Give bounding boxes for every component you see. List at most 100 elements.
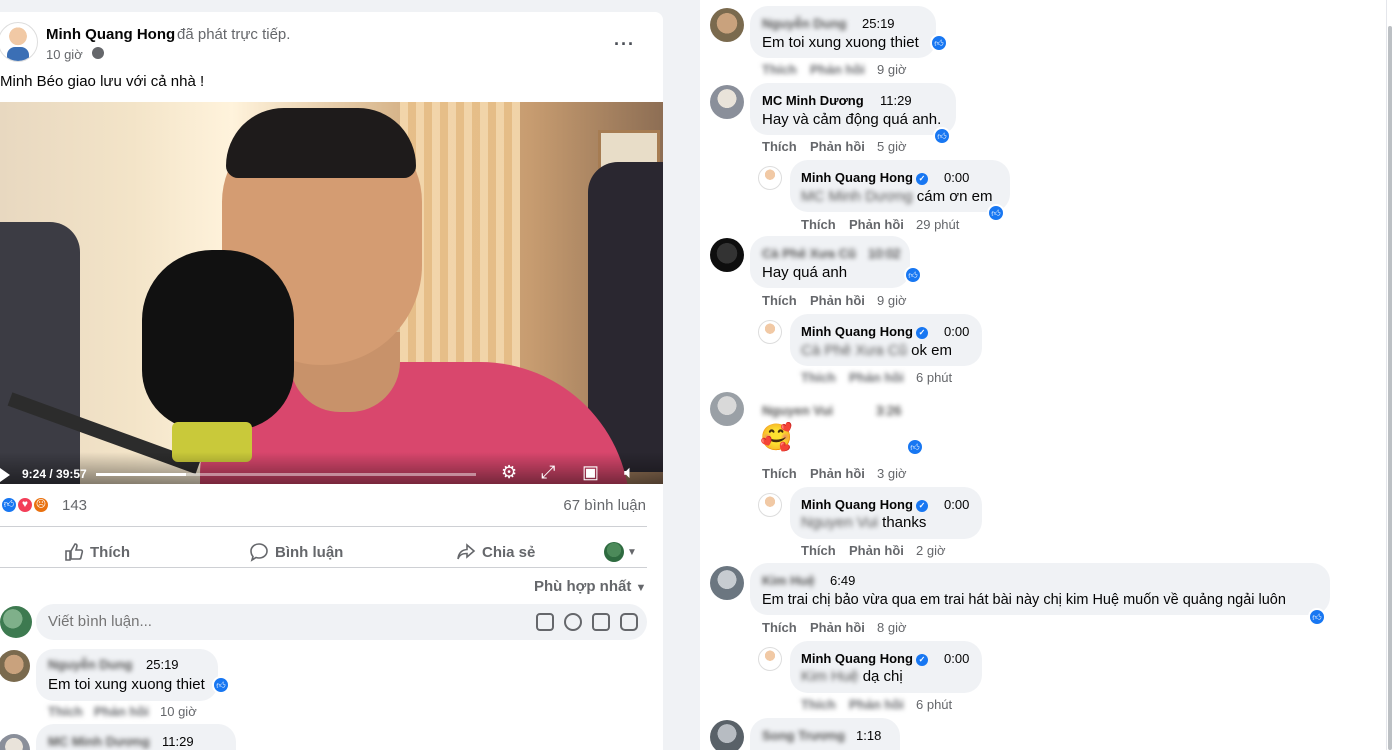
reply-reply-button[interactable]: Phản hồi bbox=[849, 370, 904, 385]
comment-timestamp[interactable]: 6:49 bbox=[830, 573, 855, 588]
comment-timestamp[interactable]: 25:19 bbox=[146, 657, 179, 672]
play-icon[interactable] bbox=[0, 468, 10, 482]
comment-reply-button[interactable]: Phản hồi bbox=[810, 293, 865, 308]
reply-author-name[interactable]: Minh Quang Hong ✓ bbox=[801, 497, 928, 512]
reply-timestamp[interactable]: 0:00 bbox=[944, 497, 969, 512]
share-button[interactable]: Chia sẻ bbox=[456, 542, 535, 562]
reply-age[interactable]: 6 phút bbox=[916, 370, 952, 385]
video-progress-bar[interactable] bbox=[96, 473, 476, 476]
reply-timestamp[interactable]: 0:00 bbox=[944, 324, 969, 339]
reply-author-avatar[interactable] bbox=[758, 647, 782, 671]
commenter-name[interactable]: Nguyễn Dung bbox=[762, 16, 847, 31]
post-time[interactable]: 10 giờ bbox=[46, 47, 83, 62]
comment-like-button[interactable]: Thích bbox=[762, 620, 797, 635]
picture-in-picture-icon[interactable]: ▣ bbox=[582, 462, 599, 482]
reply-age[interactable]: 29 phút bbox=[916, 217, 959, 232]
gif-sticker-icon[interactable] bbox=[620, 613, 638, 631]
comment-reply-button[interactable]: Phản hồi bbox=[810, 466, 865, 481]
comment-timestamp[interactable]: 3:26 bbox=[876, 403, 901, 418]
commenter-avatar[interactable] bbox=[0, 734, 30, 750]
mention-tag[interactable]: Nguyen Vui bbox=[801, 514, 878, 531]
commenter-name[interactable]: Kim Huệ bbox=[762, 573, 815, 588]
reply-reply-button[interactable]: Phản hồi bbox=[849, 543, 904, 558]
comment-like-button[interactable]: Thích bbox=[762, 466, 797, 481]
settings-icon[interactable]: ⚙ bbox=[501, 462, 517, 482]
mention-tag[interactable]: Cà Phê Xưa Cũ bbox=[801, 342, 907, 359]
commenter-avatar[interactable] bbox=[710, 238, 744, 272]
reply-like-button[interactable]: Thích bbox=[801, 217, 836, 232]
more-options-button[interactable]: ··· bbox=[614, 34, 635, 55]
comment-bubble: Kim Huệ 6:49 Em trai chị bảo vừa qua em … bbox=[750, 563, 1330, 615]
reply-reply-button[interactable]: Phản hồi bbox=[849, 697, 904, 712]
comment-button[interactable]: Bình luận bbox=[249, 542, 343, 562]
reply-timestamp[interactable]: 0:00 bbox=[944, 170, 969, 185]
sticker-icon[interactable] bbox=[536, 613, 554, 631]
video-player[interactable]: 9:24 / 39:57 ⚙ ⤢ ▣ 🔈︎ bbox=[0, 102, 663, 484]
commenter-avatar[interactable] bbox=[710, 566, 744, 600]
comment-timestamp[interactable]: 11:29 bbox=[162, 734, 194, 749]
comment-age[interactable]: 5 giờ bbox=[877, 139, 907, 154]
comment-reply-button[interactable]: Phản hồi bbox=[810, 620, 865, 635]
comment-reply-button[interactable]: Phản hồi bbox=[810, 139, 865, 154]
scrollbar-thumb[interactable] bbox=[1388, 26, 1392, 750]
comment-age[interactable]: 3 giờ bbox=[877, 466, 907, 481]
reply-like-button[interactable]: Thích bbox=[801, 370, 836, 385]
angry-reaction-icon[interactable]: ☹ bbox=[32, 496, 50, 514]
commenter-avatar[interactable] bbox=[710, 720, 744, 750]
comment-like-button[interactable]: Thích bbox=[48, 704, 83, 719]
volume-icon[interactable]: 🔈︎ bbox=[624, 462, 635, 482]
comment-reply-button[interactable]: Phản hồi bbox=[810, 62, 865, 77]
comment-age[interactable]: 10 giờ bbox=[160, 704, 197, 719]
commenter-avatar[interactable] bbox=[710, 85, 744, 119]
comment-sort-dropdown[interactable]: Phù hợp nhất ▼ bbox=[534, 578, 646, 595]
reply-reply-button[interactable]: Phản hồi bbox=[849, 217, 904, 232]
commenter-name[interactable]: MC Minh Dương bbox=[48, 734, 150, 749]
commenter-avatar[interactable] bbox=[0, 650, 30, 682]
comment-timestamp[interactable]: 25:19 bbox=[862, 16, 895, 31]
reply-author-name[interactable]: Minh Quang Hong ✓ bbox=[801, 324, 928, 339]
chevron-down-icon[interactable]: ▼ bbox=[627, 547, 637, 558]
commenter-name[interactable]: MC Minh Dương bbox=[762, 93, 864, 108]
reply-author-name[interactable]: Minh Quang Hong ✓ bbox=[801, 651, 928, 666]
mention-tag[interactable]: MC Minh Dương bbox=[801, 188, 913, 205]
fullscreen-icon[interactable]: ⤢ bbox=[541, 462, 555, 482]
commenter-name[interactable]: Song Trương bbox=[762, 728, 845, 743]
comment-like-button[interactable]: Thích bbox=[762, 293, 797, 308]
reply-author-avatar[interactable] bbox=[758, 166, 782, 190]
reply-like-button[interactable]: Thích bbox=[801, 543, 836, 558]
emoji-icon[interactable] bbox=[564, 613, 582, 631]
commenter-avatar[interactable] bbox=[710, 392, 744, 426]
comments-count[interactable]: 67 bình luận bbox=[563, 497, 646, 514]
commenter-avatar[interactable] bbox=[710, 8, 744, 42]
reply-timestamp[interactable]: 0:00 bbox=[944, 651, 969, 666]
verified-badge-icon: ✓ bbox=[915, 327, 928, 339]
comment-input[interactable] bbox=[48, 613, 518, 630]
comment-timestamp[interactable]: 1:18 bbox=[856, 728, 881, 743]
author-name[interactable]: Minh Quang Hong bbox=[46, 26, 175, 43]
reply-author-avatar[interactable] bbox=[758, 493, 782, 517]
comment-reply-button[interactable]: Phản hồi bbox=[94, 704, 149, 719]
share-as-avatar[interactable] bbox=[604, 542, 624, 562]
like-button[interactable]: Thích bbox=[64, 542, 130, 562]
comment-age[interactable]: 8 giờ bbox=[877, 620, 907, 635]
comment-age[interactable]: 9 giờ bbox=[877, 62, 907, 77]
reply-like-button[interactable]: Thích bbox=[801, 697, 836, 712]
reply-age[interactable]: 6 phút bbox=[916, 697, 952, 712]
reply-author-avatar[interactable] bbox=[758, 320, 782, 344]
commenter-name[interactable]: Nguyễn Dung bbox=[48, 657, 133, 672]
author-avatar[interactable] bbox=[0, 22, 38, 62]
current-user-avatar[interactable] bbox=[0, 606, 32, 638]
comment-timestamp[interactable]: 10:02 bbox=[868, 246, 901, 261]
reply-age[interactable]: 2 giờ bbox=[916, 543, 946, 558]
comment-timestamp[interactable]: 11:29 bbox=[880, 93, 912, 108]
reactions-count[interactable]: 143 bbox=[62, 497, 87, 514]
commenter-name[interactable]: Cà Phê Xưa Cũ bbox=[762, 246, 856, 261]
commenter-name[interactable]: Nguyen Vui bbox=[762, 403, 833, 418]
comment-composer[interactable] bbox=[36, 604, 647, 640]
comment-like-button[interactable]: Thích bbox=[762, 62, 797, 77]
camera-icon[interactable] bbox=[592, 613, 610, 631]
comment-like-button[interactable]: Thích bbox=[762, 139, 797, 154]
comment-age[interactable]: 9 giờ bbox=[877, 293, 907, 308]
reply-author-name[interactable]: Minh Quang Hong ✓ bbox=[801, 170, 928, 185]
mention-tag[interactable]: Kim Huệ bbox=[801, 668, 859, 685]
